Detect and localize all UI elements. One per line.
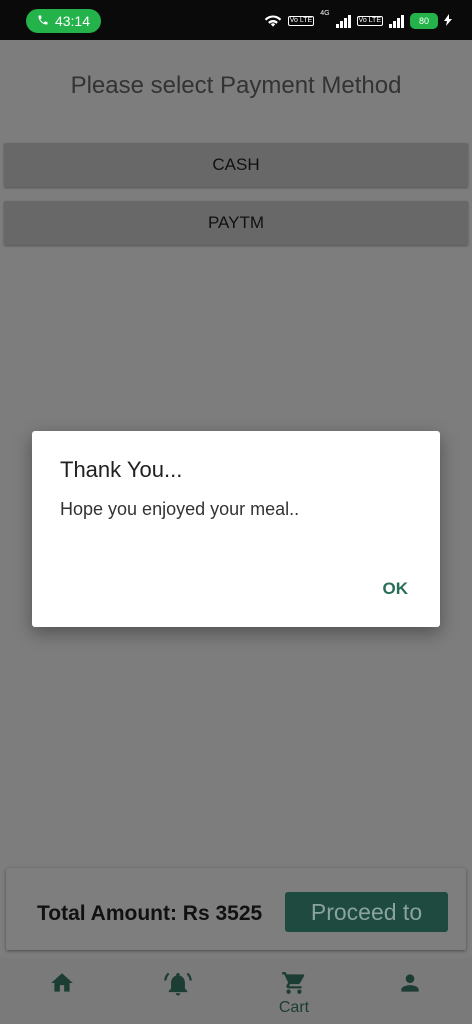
volte-badge: Vo LTE <box>287 16 315 26</box>
charging-icon <box>444 13 452 29</box>
dialog-message: Hope you enjoyed your meal.. <box>60 499 300 519</box>
dialog-ok-button[interactable]: OK <box>383 579 409 599</box>
nav-cart-label: Cart <box>278 999 310 1016</box>
signal-icon-2 <box>389 14 404 28</box>
network-type-label: 4G <box>320 10 330 17</box>
cart-icon <box>281 970 307 1001</box>
call-timer: 43:14 <box>54 13 91 29</box>
nav-home[interactable] <box>32 970 92 1014</box>
volte-badge-2: Vo LTE <box>356 16 383 26</box>
payment-cash-button[interactable]: CASH <box>4 143 468 187</box>
battery-indicator: 80 <box>410 13 438 29</box>
status-bar: 43:14 Vo LTE 4G Vo LTE 80 <box>0 0 472 40</box>
order-summary-card: Total Amount: Rs 3525 Proceed to <box>6 868 466 950</box>
dialog-title: Thank You... <box>60 457 183 482</box>
nav-cart[interactable]: Cart <box>264 970 324 1016</box>
person-icon <box>397 970 423 1001</box>
bottom-navigation: Cart <box>0 958 472 1024</box>
ongoing-call-indicator[interactable]: 43:14 <box>26 9 101 33</box>
total-amount: Total Amount: Rs 3525 <box>37 902 263 925</box>
wifi-icon <box>264 13 282 30</box>
page-title: Please select Payment Method <box>70 72 402 99</box>
nav-profile[interactable] <box>380 970 440 1014</box>
status-icons: Vo LTE 4G Vo LTE 80 <box>264 10 452 32</box>
signal-icon <box>335 14 351 28</box>
home-icon <box>49 970 75 1001</box>
nav-notifications[interactable] <box>148 970 208 1014</box>
proceed-button[interactable]: Proceed to <box>285 892 448 932</box>
bell-icon <box>163 970 193 1003</box>
payment-paytm-button[interactable]: PAYTM <box>4 201 468 245</box>
thank-you-dialog: Thank You... Hope you enjoyed your meal.… <box>32 431 440 627</box>
phone-icon <box>37 13 49 29</box>
